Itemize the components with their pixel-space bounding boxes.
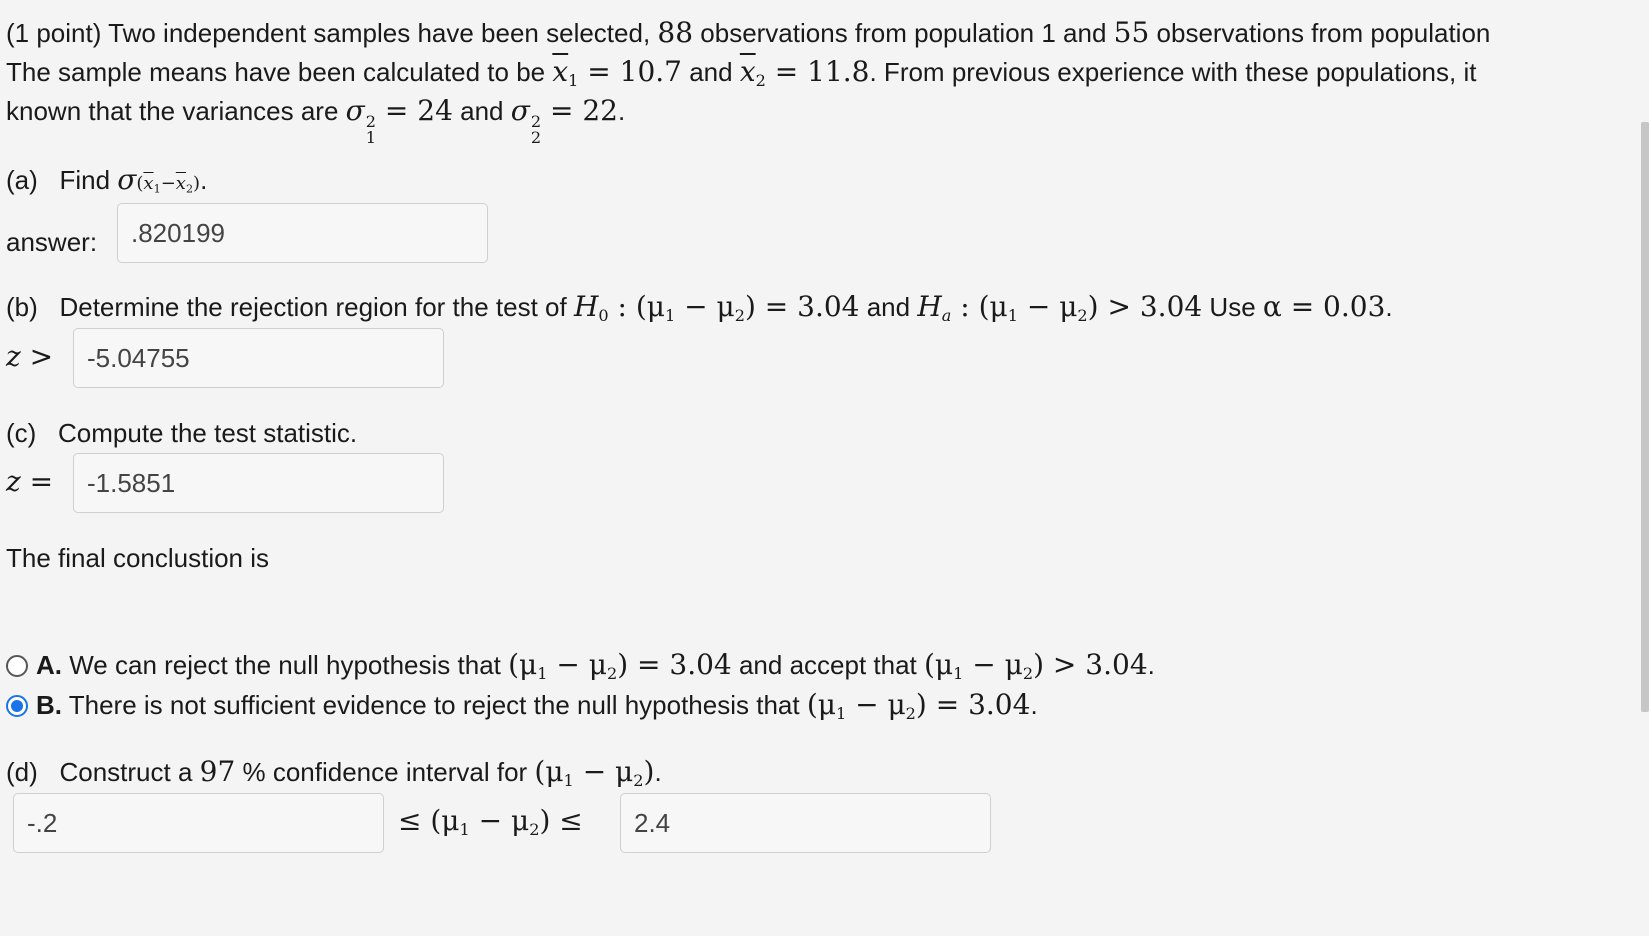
h0-value: ) = 3.04 [744,290,860,323]
part-b-answer-input[interactable]: -5.04755 [73,328,444,388]
h0-symbol: H [573,290,599,323]
sigma-diff-subscript: (x1−x2) [136,173,201,196]
part-a-answer-label: answer: [6,227,98,257]
option-b-math-1: = 3.04 [935,688,1031,721]
part-c-label: (c) [6,418,37,448]
intro-text: (1 point) Two independent samples have b… [6,18,658,48]
xbar1-symbol: x [552,55,569,88]
alpha-value: α = 0.03 [1262,290,1386,323]
option-a-text-2: and accept that [731,650,924,680]
option-b-text: There is not sufficient evidence to reje… [62,690,807,720]
and-text: and [682,57,740,87]
part-d-label: (d) [6,757,38,787]
intro-text: . From previous experience with these po… [869,57,1477,87]
intro-text: The sample means have been calculated to… [6,57,553,87]
part-a-text: Find [59,165,118,195]
option-a[interactable]: A. We can reject the null hypothesis tha… [36,648,1155,691]
part-c-prompt: (c) Compute the test statistic. [6,416,357,450]
part-d-text-2: % confidence interval for [235,757,535,787]
scrollbar-thumb[interactable] [1641,122,1649,712]
confidence-level: 97 [199,755,236,788]
period: . [1030,690,1038,720]
var1-value: = 24 [376,94,453,127]
problem-intro-line-1: (1 point) Two independent samples have b… [6,16,1490,50]
option-a-text: We can reject the null hypothesis that [62,650,509,680]
intro-text: observations from population 1 and [693,18,1114,48]
option-a-letter: A. [36,650,62,680]
part-d-prompt: (d) Construct a 97 % confidence interval… [6,755,662,790]
sigma-diff-symbol: σ [117,163,137,196]
sigma1-symbol: σ [345,94,365,127]
part-c-text: Compute the test statistic. [58,418,358,448]
use-text: Use [1202,292,1263,322]
and-text: and [859,292,918,322]
interval-right: ) ≤ [539,804,583,837]
period: . [654,757,662,787]
option-a-radio[interactable] [6,655,28,677]
part-a-label: (a) [6,165,38,195]
n1-value: 88 [657,16,694,49]
and-text: and [452,96,511,126]
part-b-text: Determine the rejection region for the t… [59,292,574,322]
ha-value: ) > 3.04 [1087,290,1203,323]
xbar1-value: = 10.7 [578,55,682,88]
intro-text: . [618,96,626,126]
conclusion-prompt: The final conclustion is [6,543,270,573]
part-a-answer-input[interactable]: .820199 [117,203,488,263]
period: . [1147,650,1155,680]
interval-left: ≤ (μ [398,804,460,837]
var2-value: = 22 [541,94,618,127]
sigma2-symbol: σ [510,94,530,127]
h0-math: : (μ [608,290,665,323]
xbar2-symbol: x [739,55,756,88]
option-b[interactable]: B. There is not sufficient evidence to r… [36,688,1038,731]
intro-text: known that the variances are [6,96,346,126]
period: . [1385,292,1393,322]
option-b-radio[interactable] [6,695,28,717]
part-b-z-prefix: z > [6,340,54,373]
part-d-interval-expression: ≤ (μ1 − μ2) ≤ [398,804,583,839]
ha-math: : (μ [951,290,1008,323]
option-a-math-1: = 3.04 [637,648,732,681]
part-d-text: Construct a [59,757,200,787]
ha-symbol: H [917,290,942,323]
part-c-answer-input[interactable]: -1.5851 [73,453,444,513]
part-b-prompt: (b) Determine the rejection region for t… [6,290,1393,325]
n2-value: 55 [1113,16,1150,49]
part-b-label: (b) [6,292,38,322]
option-b-letter: B. [36,690,62,720]
part-c-z-prefix: z = [6,465,54,498]
intro-text: observations from population [1149,18,1491,48]
part-d-lower-input[interactable]: -.2 [13,793,384,853]
problem-intro-line-3: known that the variances are σ21 = 24 an… [6,94,626,147]
xbar2-value: = 11.8 [765,55,870,88]
part-a-prompt: (a) Find σ(x1−x2). [6,163,208,196]
part-d-upper-input[interactable]: 2.4 [620,793,991,853]
problem-intro-line-2: The sample means have been calculated to… [6,55,1477,90]
option-a-math-2: > 3.04 [1052,648,1148,681]
